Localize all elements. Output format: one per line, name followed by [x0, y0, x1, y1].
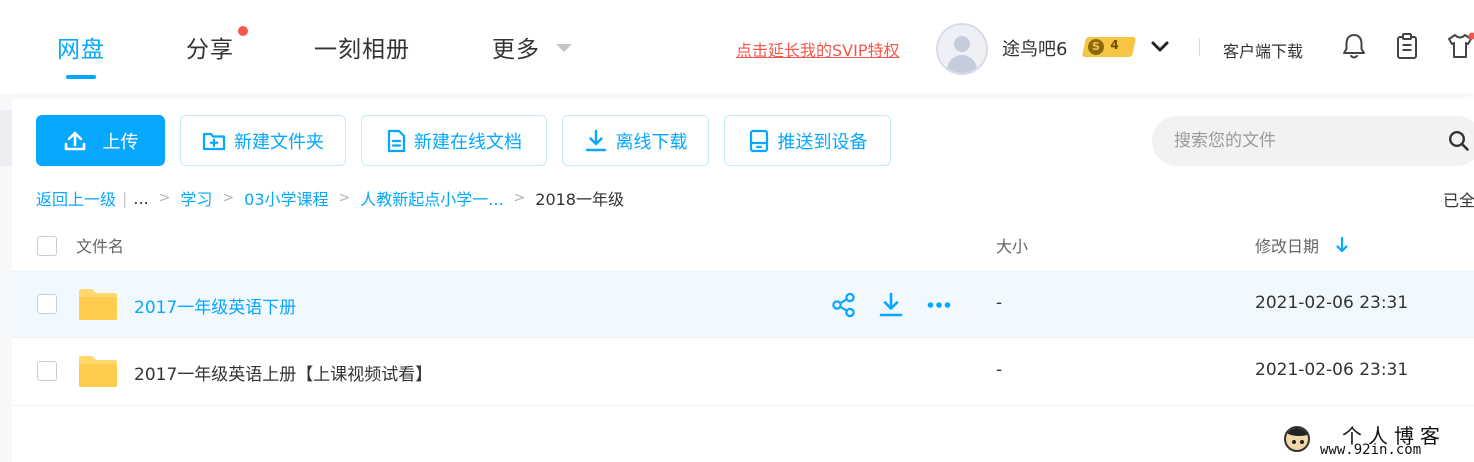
active-tab-indicator [66, 75, 96, 79]
column-header-name[interactable]: 文件名 [76, 233, 124, 257]
breadcrumb-divider: | [122, 188, 128, 208]
loaded-count-text: 已全 [1443, 191, 1474, 210]
cartoon-face-icon [1284, 426, 1310, 452]
new-online-doc-button[interactable]: 新建在线文档 [361, 115, 547, 166]
folder-icon [79, 289, 117, 320]
tshirt-icon[interactable] [1446, 32, 1474, 60]
breadcrumb-separator: > [222, 190, 235, 206]
offline-download-button[interactable]: 离线下载 [562, 115, 709, 166]
row-checkbox[interactable] [37, 294, 57, 314]
breadcrumb: 返回上一级 | ... > 学习 > 03小学课程 > 人教新起点小学一... … [36, 186, 624, 210]
file-modified-date: 2021-02-06 23:31 [1255, 360, 1409, 380]
breadcrumb-item[interactable]: 学习 [180, 186, 212, 210]
search-box [1152, 116, 1474, 166]
column-header-date[interactable]: 修改日期 [1255, 233, 1319, 257]
breadcrumb-separator: > [338, 190, 351, 206]
clipboard-icon[interactable] [1394, 32, 1420, 60]
row-checkbox[interactable] [37, 361, 57, 381]
folder-icon [79, 356, 117, 387]
blog-watermark: 个人博客 www.92in.com [1280, 420, 1470, 462]
avatar[interactable] [936, 23, 988, 75]
nav-tab-more[interactable]: 更多 [492, 30, 540, 64]
breadcrumb-item[interactable]: 人教新起点小学一... [360, 186, 503, 210]
breadcrumb-item[interactable]: 03小学课程 [244, 186, 328, 210]
username[interactable]: 途鸟吧6 [1002, 35, 1067, 61]
file-size: - [996, 360, 1003, 380]
nav-tab-share[interactable]: 分享 [186, 30, 234, 64]
push-to-device-button[interactable]: 推送到设备 [724, 115, 891, 166]
select-all-checkbox[interactable] [37, 236, 57, 256]
new-folder-label: 新建文件夹 [234, 131, 324, 153]
top-navigation-bar: 网盘 分享 一刻相册 更多 点击延长我的SVIP特权 途鸟吧6 S 4 客户端下… [0, 0, 1474, 94]
sidebar-selected-item[interactable] [0, 110, 12, 166]
breadcrumb-ellipsis[interactable]: ... [133, 189, 148, 208]
download-icon [585, 129, 606, 151]
nav-tab-netdisk[interactable]: 网盘 [57, 30, 105, 64]
nav-tab-album[interactable]: 一刻相册 [314, 30, 410, 64]
svip-renew-link[interactable]: 点击延长我的SVIP特权 [736, 37, 899, 61]
svip-level-badge: S 4 [1081, 37, 1137, 57]
caret-down-icon[interactable] [556, 44, 572, 52]
file-name-link[interactable]: 2017一年级英语上册【上课视频试看】 [134, 360, 432, 385]
breadcrumb-current: 2018一年级 [535, 190, 624, 209]
table-row[interactable]: 2017一年级英语上册【上课视频试看】 - 2021-02-06 23:31 [12, 339, 1474, 406]
watermark-url: www.92in.com [1320, 442, 1422, 458]
file-size: - [996, 293, 1003, 313]
file-name-link[interactable]: 2017一年级英语下册 [134, 293, 296, 318]
file-table-header: 文件名 大小 修改日期 [12, 222, 1474, 270]
breadcrumb-back-link[interactable]: 返回上一级 [36, 186, 116, 210]
push-to-device-label: 推送到设备 [777, 131, 868, 153]
chevron-down-icon[interactable] [1150, 37, 1170, 57]
search-input[interactable] [1174, 128, 1434, 154]
breadcrumb-separator: > [513, 190, 526, 206]
folder-plus-icon [202, 132, 226, 150]
divider [1199, 38, 1200, 56]
download-icon[interactable] [878, 292, 904, 318]
bell-icon[interactable] [1341, 32, 1367, 60]
notification-dot [238, 26, 248, 36]
breadcrumb-separator: > [158, 190, 171, 206]
client-download-link[interactable]: 客户端下载 [1223, 38, 1303, 62]
upload-icon [64, 131, 85, 150]
offline-download-label: 离线下载 [615, 131, 688, 153]
more-options-icon[interactable] [926, 292, 952, 318]
file-modified-date: 2021-02-06 23:31 [1255, 293, 1409, 313]
column-header-size[interactable]: 大小 [996, 233, 1028, 257]
upload-label: 上传 [102, 131, 139, 153]
document-icon [387, 129, 406, 152]
upload-button[interactable]: 上传 [36, 115, 165, 166]
sort-arrow-down-icon[interactable] [1335, 236, 1349, 254]
new-online-doc-label: 新建在线文档 [414, 131, 522, 153]
table-row[interactable]: 2017一年级英语下册 - 2021-02-06 23:31 [12, 271, 1474, 338]
new-folder-button[interactable]: 新建文件夹 [180, 115, 346, 166]
share-icon[interactable] [831, 292, 857, 318]
sidebar-edge [0, 94, 12, 462]
search-icon[interactable] [1448, 130, 1470, 152]
device-icon [749, 129, 768, 152]
